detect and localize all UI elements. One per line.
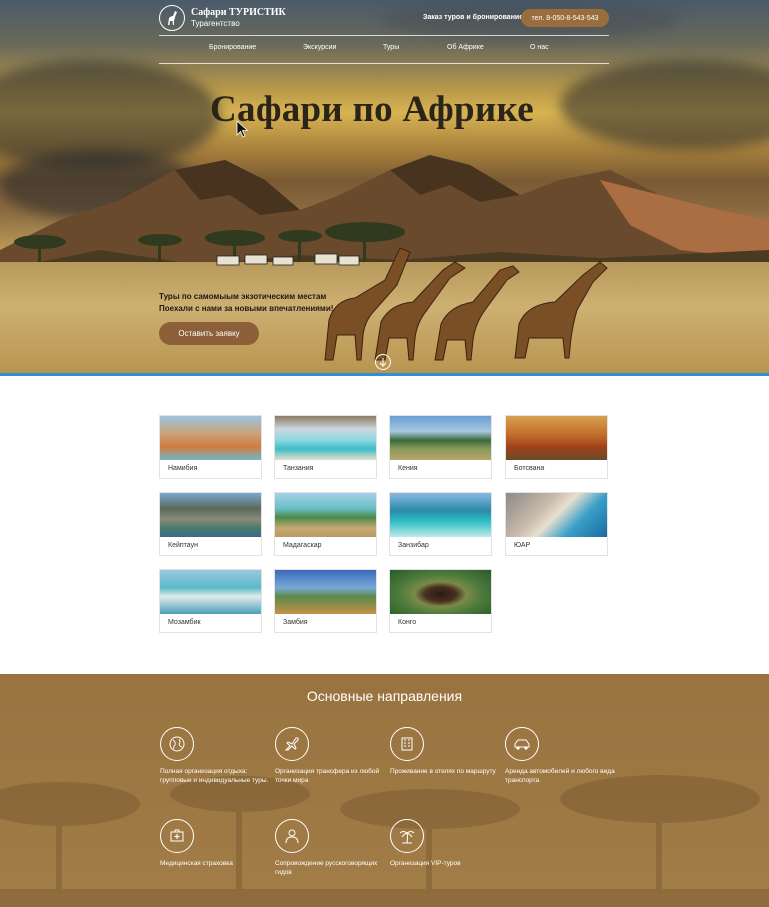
directions-section: Основные направления Полная организация … [0,674,769,907]
guide-icon [275,819,309,853]
hero-tagline: Туры по самомыым экзотическим местам Пое… [159,291,333,315]
destination-card[interactable]: Конго [389,569,492,633]
car-icon [505,727,539,761]
service-item: Проживание в отелях по маршруту [390,727,500,777]
plane-icon [275,727,309,761]
giraffe-logo-icon [159,5,185,31]
mouse-cursor-icon [236,120,249,138]
destination-image [160,570,261,614]
destination-card[interactable]: Кейптаун [159,492,262,556]
destination-card[interactable]: Кения [389,415,492,479]
destination-card[interactable]: Танзания [274,415,377,479]
directions-title: Основные направления [306,688,463,704]
service-item: Организация VIP-туров [390,819,500,869]
logo[interactable]: Сафари ТУРИСТИК Турагентство [159,5,286,31]
cloud [560,60,769,150]
tagline-line-2: Поехали с нами за новыми впечатлениями! [159,304,334,313]
service-text: Сопровождение русскоговорящих гидов [275,860,378,876]
hero-title: Сафари по Африке [210,89,534,130]
service-item: Медицинская страховка [160,819,270,869]
main-nav: Бронирование Экскурсии Туры Об Африке О … [159,42,609,58]
destination-name: Конго [398,619,417,626]
destination-card[interactable]: Занзибар [389,492,492,556]
nav-item-tours[interactable]: Туры [383,44,399,51]
leave-request-button[interactable]: Оставить заявку [159,322,259,345]
logo-title: Сафари ТУРИСТИК [191,7,286,18]
destination-card[interactable]: Мозамбик [159,569,262,633]
destination-name: Мадагаскар [283,542,322,549]
destination-name: Занзибар [398,542,429,549]
service-text: Организация VIP-туров [390,860,461,867]
globe-icon [160,727,194,761]
destination-image [275,416,376,460]
service-item: Полная организация отдыха: групповые и и… [160,727,270,785]
order-label: Заказ туров и бронирование: [423,14,526,21]
tagline-line-1: Туры по самомыым экзотическим местам [159,292,327,301]
service-item: Аренда автомобилей и любого вида транспо… [505,727,615,785]
destination-image [160,416,261,460]
service-item: Сопровождение русскоговорящих гидов [275,819,385,877]
destination-name: Намибия [168,465,198,472]
destination-name: Замбия [283,619,308,626]
destination-image [390,416,491,460]
nav-divider-top [159,35,609,36]
destination-image [275,570,376,614]
destination-card[interactable]: Замбия [274,569,377,633]
service-text: Организация трансфера из любой точки мир… [275,768,380,784]
destination-image [275,493,376,537]
nav-item-booking[interactable]: Бронирование [209,44,256,51]
service-text: Проживание в отелях по маршруту [390,768,496,775]
giraffes [324,247,608,361]
destination-card[interactable]: Ботсвана [505,415,608,479]
destination-card[interactable]: Намибия [159,415,262,479]
logo-subtitle: Турагентство [191,19,240,28]
destination-name: Кения [398,465,418,472]
destination-card[interactable]: ЮАР [505,492,608,556]
nav-item-about-us[interactable]: О нас [530,44,549,51]
destination-name: Ботсвана [514,465,545,472]
destination-image [390,570,491,614]
destination-card[interactable]: Мадагаскар [274,492,377,556]
hero-section: Сафари ТУРИСТИК Турагентство Заказ туров… [0,0,769,376]
nav-item-excursions[interactable]: Экскурсии [303,44,336,51]
destination-image [160,493,261,537]
service-text: Медицинская страховка [160,860,233,867]
medical-icon [160,819,194,853]
destination-name: Кейптаун [168,542,198,549]
destination-name: Танзания [283,465,314,472]
nav-divider-bottom [159,63,609,64]
scroll-down-icon[interactable] [375,354,391,370]
service-item: Организация трансфера из любой точки мир… [275,727,385,785]
destination-image [506,416,607,460]
hotel-icon [390,727,424,761]
destination-image [506,493,607,537]
service-text: Аренда автомобилей и любого вида транспо… [505,768,615,784]
service-text: Полная организация отдыха: групповые и и… [160,768,269,784]
nav-item-about-africa[interactable]: Об Африке [447,44,484,51]
palm-icon [390,819,424,853]
hero-divider [0,373,769,376]
phone-button[interactable]: тел. 8-050-8-543-543 [521,9,609,27]
destination-image [390,493,491,537]
destination-name: ЮАР [514,542,531,549]
destination-name: Мозамбик [168,619,201,626]
